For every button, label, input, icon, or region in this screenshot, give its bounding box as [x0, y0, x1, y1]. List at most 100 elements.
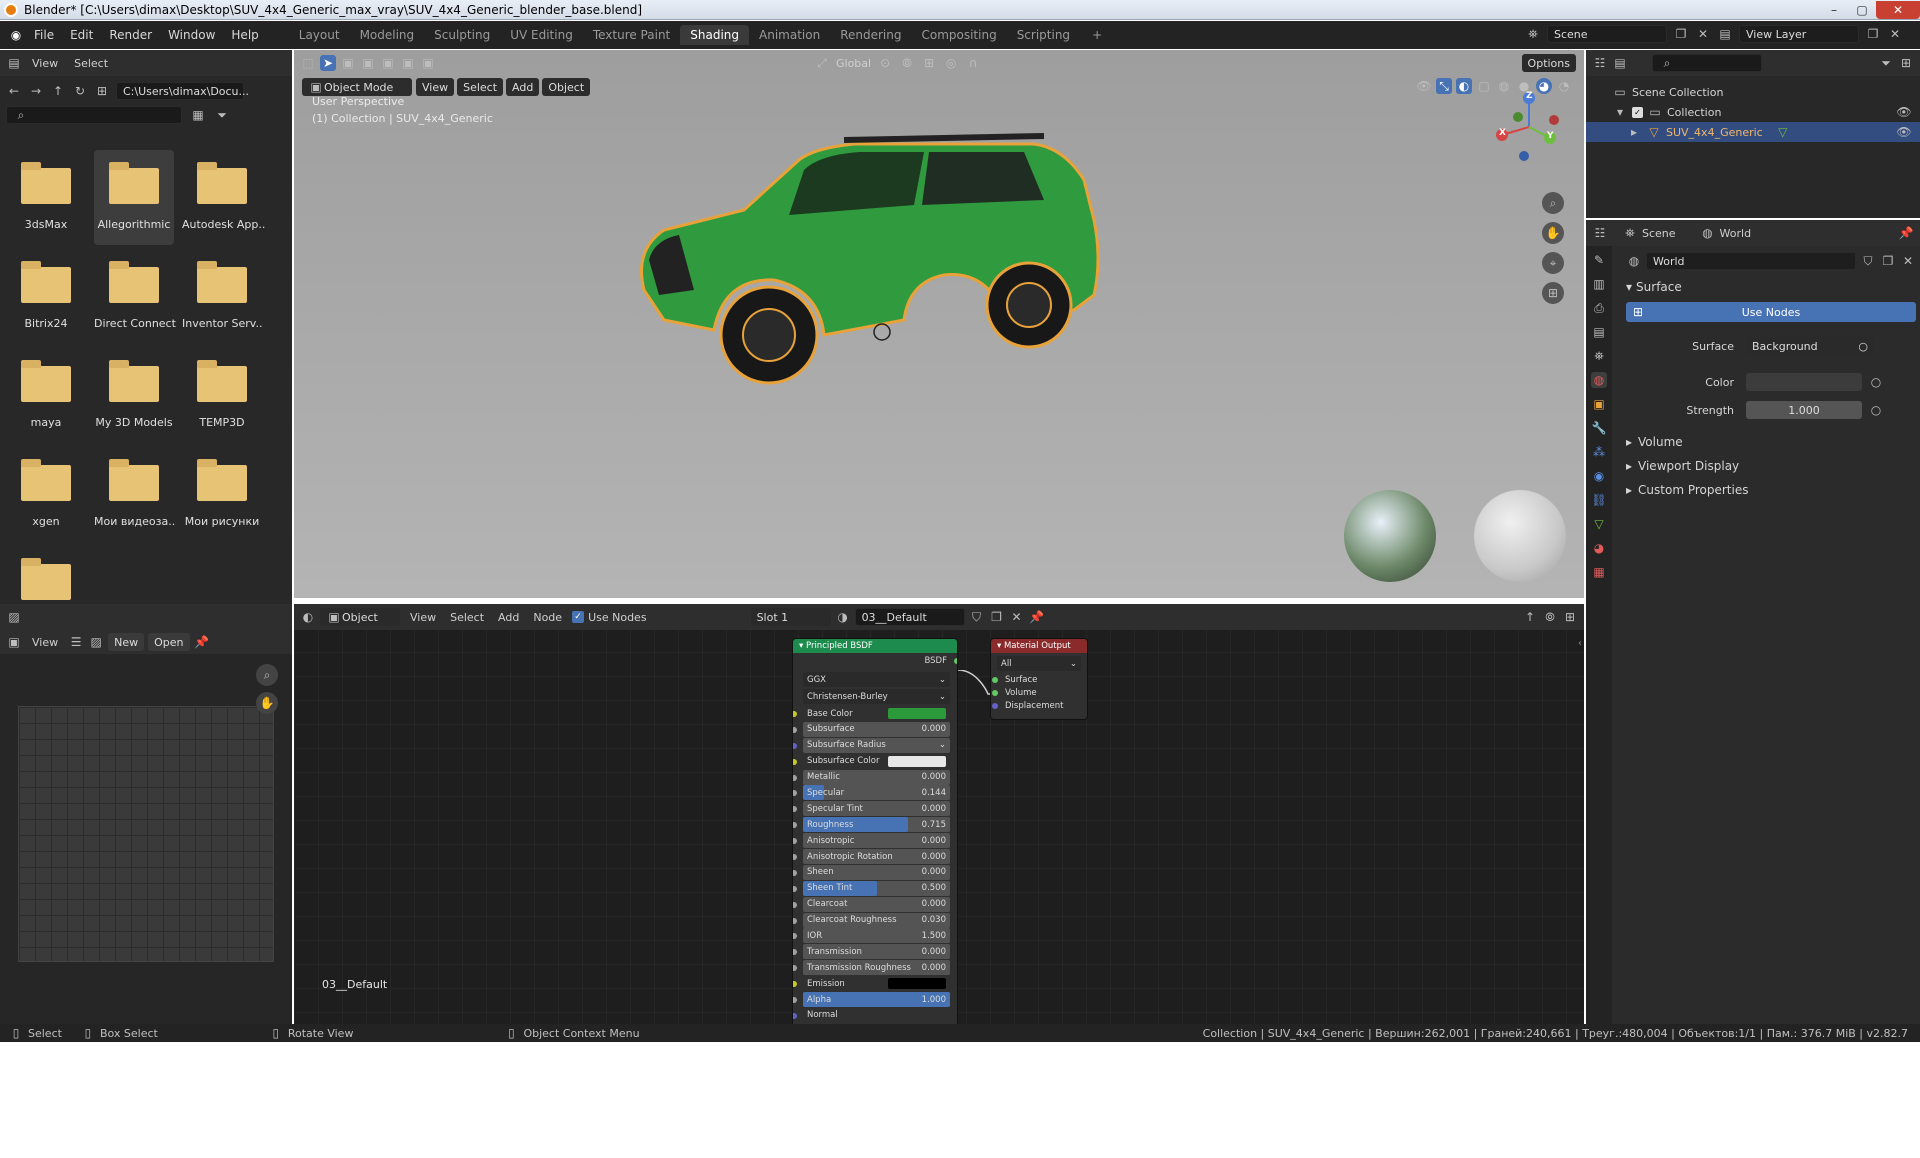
parent-node-tree-icon[interactable]: ↑	[1522, 609, 1538, 625]
pivot-icon[interactable]: ⊙	[877, 55, 893, 71]
input-socket-dot[interactable]	[793, 965, 797, 972]
bsdf-input-clearcoat[interactable]: Clearcoat 0.000	[793, 896, 950, 912]
snap-target-icon[interactable]: ⊞	[921, 55, 937, 71]
bsdf-input-sheen[interactable]: Sheen 0.000	[793, 864, 950, 880]
particles-tab-icon[interactable]: ⁂	[1591, 444, 1607, 460]
ie-menu-view[interactable]: View	[26, 634, 64, 651]
vp-menu-select[interactable]: Select	[457, 78, 504, 96]
pin-icon[interactable]: 📌	[1898, 225, 1914, 241]
proportional-edit-icon[interactable]: ◎	[943, 55, 959, 71]
bsdf-input-metallic[interactable]: Metallic 0.000	[793, 769, 950, 785]
input-socket-dot[interactable]	[992, 690, 998, 696]
refresh-icon[interactable]: ↻	[72, 83, 88, 99]
material-name-field[interactable]: 03__Default	[854, 608, 965, 626]
bsdf-input-clearcoat-roughness[interactable]: Clearcoat Roughness 0.030	[793, 912, 950, 928]
forward-icon[interactable]: →	[28, 83, 44, 99]
editor-type-icon[interactable]: ☷	[1592, 225, 1608, 241]
bsdf-input-sheen-tint[interactable]: Sheen Tint 0.500	[793, 880, 950, 896]
color-swatch[interactable]	[888, 978, 946, 990]
bsdf-input-roughness[interactable]: Roughness 0.715	[793, 817, 950, 833]
subsurface-method-dropdown[interactable]: Christensen-Burley ⌄	[803, 689, 950, 704]
bsdf-input-subsurface-color[interactable]: Subsurface Color	[793, 754, 950, 769]
zoom-icon[interactable]: ⌕	[1542, 192, 1564, 214]
tab-animation[interactable]: Animation	[749, 25, 830, 45]
fake-user-icon[interactable]: ⛉	[1860, 253, 1876, 269]
scene-tab-icon[interactable]: ⛯	[1591, 348, 1607, 364]
editor-type-icon[interactable]: ▨	[6, 609, 22, 625]
input-socket-dot[interactable]	[793, 854, 797, 861]
new-image-button[interactable]: New	[108, 633, 145, 651]
orientation-dropdown[interactable]: Global	[836, 57, 871, 70]
select-intersect-icon[interactable]: ▣	[420, 55, 436, 71]
tab-modeling[interactable]: Modeling	[350, 25, 425, 45]
uv-grid[interactable]	[18, 706, 274, 962]
ne-menu-select[interactable]: Select	[444, 609, 490, 626]
scene-collection-row[interactable]: ▭ Scene Collection	[1586, 82, 1920, 102]
vp-menu-view[interactable]: View	[416, 78, 455, 96]
output-target-dropdown[interactable]: All ⌄	[997, 656, 1081, 671]
material-output-node[interactable]: ▾ Material Output All ⌄ Surface Volume Disp…	[990, 638, 1088, 720]
object-row[interactable]: ▸ ▽ SUV_4x4_Generic ▽ 👁	[1586, 122, 1920, 142]
bsdf-input-specular[interactable]: Specular 0.144	[793, 785, 950, 801]
image-editor-mode-icon[interactable]: ▣	[6, 634, 22, 650]
new-collection-icon[interactable]: ⊞	[1898, 55, 1914, 71]
vp-menu-object[interactable]: Object	[542, 78, 591, 96]
bsdf-node-header[interactable]: ▾ Principled BSDF	[793, 639, 957, 653]
select-invert-icon[interactable]: ▣	[400, 55, 416, 71]
view-layer-icon[interactable]: ▤	[1717, 26, 1733, 42]
menu-help[interactable]: Help	[223, 25, 266, 45]
bsdf-input-base-color[interactable]: Base Color	[793, 706, 950, 721]
bsdf-input-subsurface-radius[interactable]: Subsurface Radius ⌄	[793, 737, 950, 753]
input-socket-dot[interactable]	[793, 790, 797, 797]
bsdf-output-socket[interactable]: BSDF	[793, 653, 957, 668]
snap-mode-icon[interactable]: ⊞	[1562, 609, 1578, 625]
new-folder-icon[interactable]: ⊞	[94, 83, 110, 99]
menu-file[interactable]: File	[26, 25, 62, 45]
folder-item[interactable]: Autodesk App..	[182, 150, 265, 245]
mode-selector[interactable]: ▣ Object Mode	[302, 78, 412, 96]
output-socket-volume[interactable]: Volume	[992, 686, 1080, 699]
color-swatch[interactable]	[1746, 373, 1862, 391]
menu-edit[interactable]: Edit	[62, 25, 101, 45]
tab-compositing[interactable]: Compositing	[911, 25, 1006, 45]
display-mode-icon[interactable]: ▤	[1612, 55, 1628, 71]
color-swatch[interactable]	[888, 755, 946, 767]
file-search-input[interactable]: ⌕	[6, 106, 182, 124]
duplicate-world-icon[interactable]: ❐	[1880, 253, 1896, 269]
tab-scripting[interactable]: Scripting	[1007, 25, 1080, 45]
expand-arrow-icon[interactable]: ▾	[1612, 104, 1628, 120]
use-nodes-button[interactable]: ⊞ Use Nodes	[1626, 302, 1916, 322]
visibility-eye-icon[interactable]: 👁	[1896, 124, 1912, 140]
ne-menu-add[interactable]: Add	[492, 609, 525, 626]
input-socket-dot[interactable]	[793, 885, 797, 892]
options-button[interactable]: Options	[1521, 54, 1576, 72]
sidebar-toggle-icon[interactable]: ‹	[1578, 638, 1582, 649]
scene-selector[interactable]: Scene	[1547, 25, 1667, 43]
hamburger-menu-icon[interactable]: ☰	[68, 634, 84, 650]
input-socket-dot[interactable]	[793, 711, 797, 717]
close-button[interactable]: ✕	[1876, 0, 1920, 19]
minimize-button[interactable]: –	[1820, 1, 1848, 19]
select-subtract-icon[interactable]: ▣	[380, 55, 396, 71]
folder-item[interactable]: 3dsMax	[6, 150, 86, 245]
tab-sculpting[interactable]: Sculpting	[424, 25, 500, 45]
bsdf-input-transmission[interactable]: Transmission 0.000	[793, 944, 950, 960]
physics-tab-icon[interactable]: ◉	[1591, 468, 1607, 484]
input-socket-dot[interactable]	[793, 758, 797, 765]
input-socket-dot[interactable]	[992, 703, 998, 709]
input-socket-dot[interactable]	[793, 997, 797, 1004]
folder-item[interactable]: Inventor Serv..	[182, 249, 262, 344]
bsdf-input-subsurface[interactable]: Subsurface 0.000	[793, 721, 950, 737]
fake-user-icon[interactable]: ⛉	[969, 609, 985, 625]
input-socket-dot[interactable]	[793, 742, 797, 749]
gizmo-toggle-icon[interactable]: ⤡	[1436, 78, 1452, 94]
folder-item[interactable]: Direct Connect	[94, 249, 176, 344]
back-icon[interactable]: ←	[6, 83, 22, 99]
folder-item[interactable]: My 3D Models	[94, 348, 174, 443]
input-socket-dot[interactable]	[793, 774, 797, 781]
tab-shading[interactable]: Shading	[680, 25, 749, 45]
folder-item[interactable]: Bitrix24	[6, 249, 86, 344]
unlink-world-icon[interactable]: ✕	[1900, 253, 1916, 269]
expand-arrow-icon[interactable]: ▸	[1626, 124, 1642, 140]
material-tab-icon[interactable]: ◕	[1591, 540, 1607, 556]
